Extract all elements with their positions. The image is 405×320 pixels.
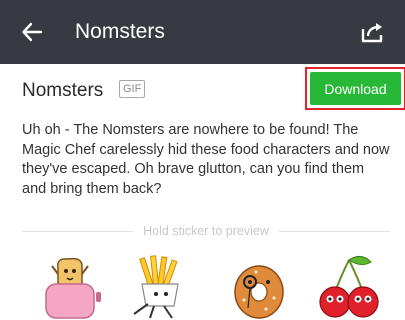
download-highlight: Download xyxy=(305,67,405,110)
fries-sticker[interactable] xyxy=(124,254,194,320)
back-arrow-icon[interactable] xyxy=(18,18,46,46)
header-title: Nomsters xyxy=(75,20,165,43)
pack-description: Uh oh - The Nomsters are nowhere to be f… xyxy=(22,122,390,197)
toaster-sticker[interactable] xyxy=(38,254,108,320)
divider-left xyxy=(22,230,134,232)
share-icon[interactable] xyxy=(359,18,387,46)
app-header: Nomsters xyxy=(0,0,405,64)
preview-hint: Hold sticker to preview xyxy=(143,224,269,238)
download-button[interactable]: Download xyxy=(310,72,401,105)
cherries-sticker[interactable] xyxy=(315,254,385,320)
sticker-pack-title: Nomsters xyxy=(22,80,104,101)
divider-right xyxy=(278,230,390,232)
preview-hint-row: Hold sticker to preview xyxy=(22,222,390,240)
bagel-sticker[interactable] xyxy=(226,254,296,320)
gif-badge: GIF xyxy=(119,80,146,98)
